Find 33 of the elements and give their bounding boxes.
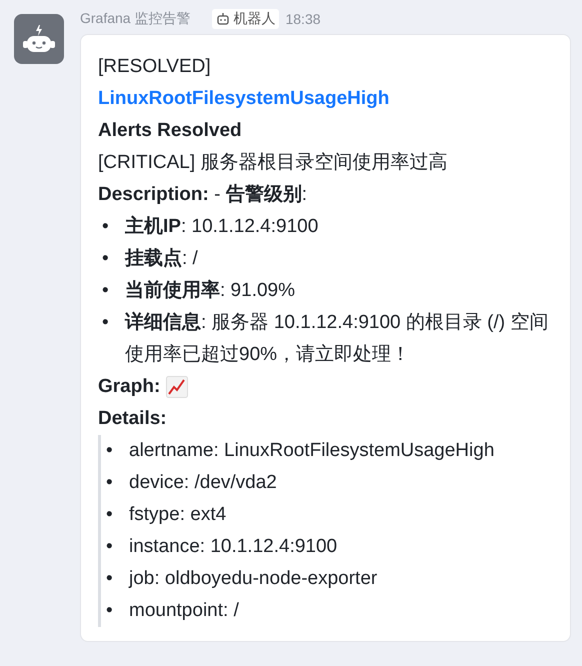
description-item: 详细信息: 服务器 10.1.12.4:9100 的根目录 (/) 空间使用率已超过90%，请立即处理！ [125,310,550,367]
message-time: 18:38 [285,11,321,27]
description-item: 主机IP: 10.1.12.4:9100 [125,214,318,239]
bullet: • [106,567,114,591]
bullet: • [106,503,114,527]
bot-badge: 机器人 [212,9,280,29]
graph-label: Graph: [98,375,160,399]
status-text: [RESOLVED] [98,55,212,79]
detail-item: alertname: LinuxRootFilesystemUsageHigh [129,439,494,463]
detail-item: job: oldboyedu-node-exporter [129,567,378,591]
bullet: • [106,471,114,495]
detail-item: mountpoint: / [129,599,239,623]
bullet: • [102,215,110,239]
detail-item: instance: 10.1.12.4:9100 [129,535,338,559]
chart-icon [166,376,188,398]
description-label: Description: - 告警级别: [98,184,308,205]
detail-item: fstype: ext4 [129,503,226,527]
sender-name: Grafana 监控告警 [80,10,190,28]
detail-item: device: /dev/vda2 [129,471,277,495]
alert-summary: [CRITICAL] 服务器根目录空间使用率过高 [98,152,448,173]
description-item: 挂载点: / [125,246,198,271]
bullet: • [106,439,114,463]
details-label: Details: [98,408,167,429]
bullet: • [102,247,110,271]
description-item: 当前使用率: 91.09% [125,278,295,303]
bullet: • [102,279,110,303]
bullet: • [106,535,114,559]
alert-link[interactable]: LinuxRootFilesystemUsageHigh [98,88,390,109]
bullet: • [102,311,110,335]
alert-heading: Alerts Resolved [98,120,242,141]
bullet: • [106,599,114,623]
robot-icon [216,12,230,26]
bot-avatar-icon [14,14,64,64]
